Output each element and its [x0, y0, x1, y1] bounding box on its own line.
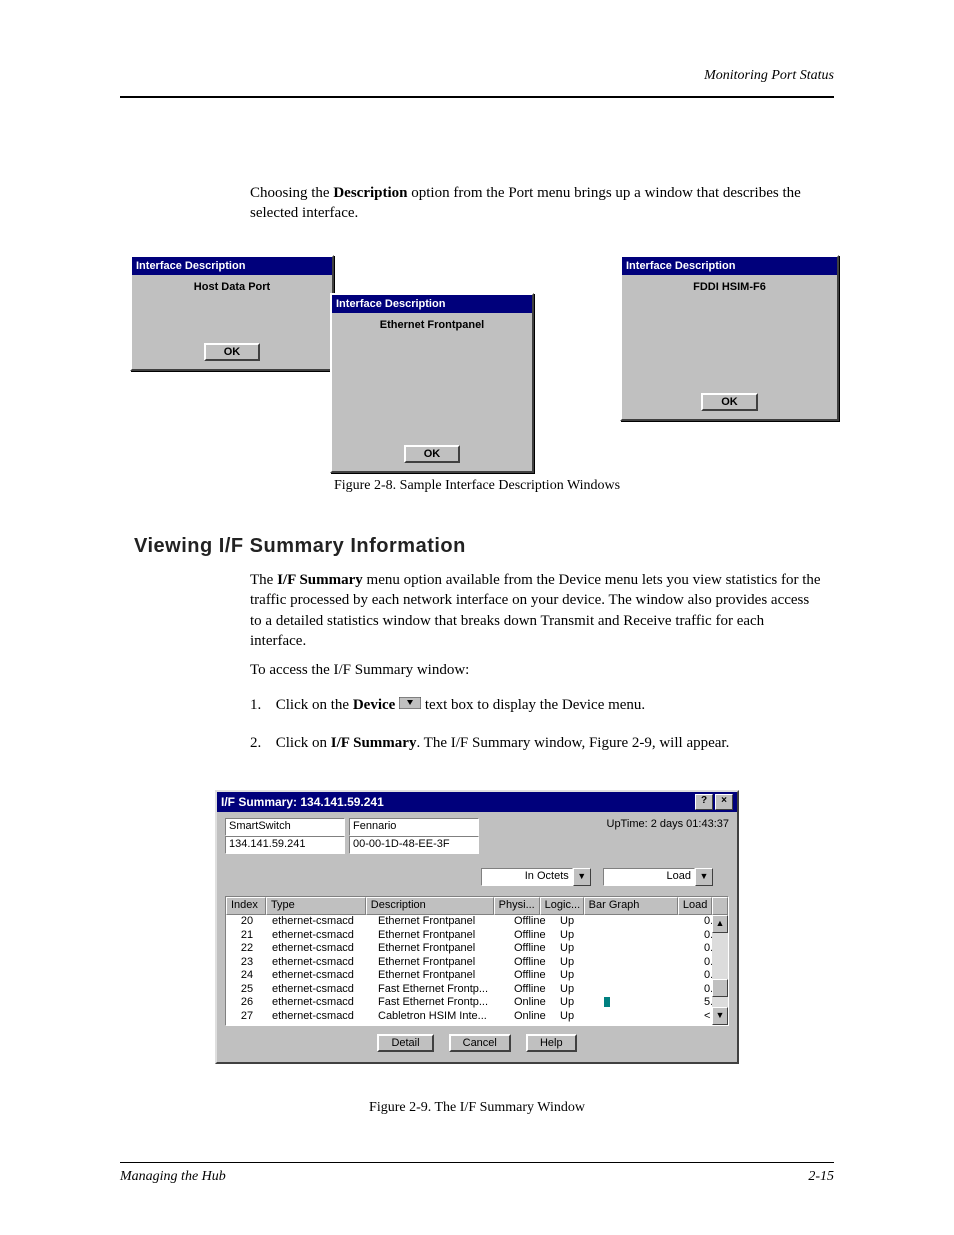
interface-table: Index Type Description Physi... Logic...…: [225, 896, 729, 1026]
titlebar[interactable]: I/F Summary: 134.141.59.241 ? ×: [217, 792, 737, 812]
col-load[interactable]: Load: [678, 897, 712, 915]
display-type-select[interactable]: Load▼: [603, 868, 713, 886]
ok-button[interactable]: OK: [204, 343, 261, 361]
col-index[interactable]: Index: [226, 897, 266, 915]
header-rule: [120, 96, 834, 98]
col-description[interactable]: Description: [366, 897, 494, 915]
cancel-button[interactable]: Cancel: [449, 1034, 511, 1052]
stat-type-select[interactable]: In Octets▼: [481, 868, 591, 886]
col-physical[interactable]: Physi...: [494, 897, 540, 915]
chevron-down-icon[interactable]: ▼: [695, 868, 713, 886]
table-row[interactable]: 21ethernet-csmacdEthernet FrontpanelOffl…: [226, 929, 728, 943]
table-row[interactable]: 25ethernet-csmacdFast Ethernet Frontp...…: [226, 983, 728, 997]
uptime-label: UpTime: 2 days 01:43:37: [607, 818, 730, 830]
table-row[interactable]: 23ethernet-csmacdEthernet FrontpanelOffl…: [226, 956, 728, 970]
table-row[interactable]: 20ethernet-csmacdEthernet FrontpanelOffl…: [226, 915, 728, 929]
menu-button-icon: [399, 695, 421, 715]
footer-rule: [120, 1162, 834, 1163]
device-ip-field: 134.141.59.241: [225, 836, 345, 854]
scroll-thumb[interactable]: [712, 979, 728, 997]
table-row[interactable]: 27ethernet-csmacdCabletron HSIM Inte...O…: [226, 1010, 728, 1024]
table-row[interactable]: 24ethernet-csmacdEthernet FrontpanelOffl…: [226, 969, 728, 983]
scroll-down-icon[interactable]: ▼: [712, 1007, 728, 1025]
titlebar[interactable]: Interface Description: [332, 295, 532, 313]
titlebar[interactable]: Interface Description: [132, 257, 332, 275]
intro-paragraph: Choosing the Description option from the…: [250, 183, 824, 224]
footer-left: Managing the Hub: [120, 1169, 226, 1185]
device-user-field: Fennario: [349, 818, 479, 836]
if-summary-window: I/F Summary: 134.141.59.241 ? × SmartSwi…: [215, 790, 739, 1064]
col-type[interactable]: Type: [266, 897, 366, 915]
step-1: 1. Click on the Device text box to displ…: [250, 695, 824, 716]
help-icon[interactable]: ?: [695, 794, 713, 810]
page-header-right: Monitoring Port Status: [704, 68, 834, 84]
ok-button[interactable]: OK: [404, 445, 461, 463]
ok-button[interactable]: OK: [701, 393, 758, 411]
window-title: I/F Summary: 134.141.59.241: [221, 794, 384, 810]
detail-button[interactable]: Detail: [377, 1034, 433, 1052]
section-heading: Viewing I/F Summary Information: [134, 535, 466, 558]
interface-description-window-fddi: Interface Description FDDI HSIM-F6 OK: [620, 255, 839, 421]
col-logical[interactable]: Logic...: [540, 897, 584, 915]
footer-right: 2-15: [808, 1169, 834, 1185]
device-mac-field: 00-00-1D-48-EE-3F: [349, 836, 479, 854]
figure-caption-1: Figure 2-8. Sample Interface Description…: [0, 478, 954, 494]
close-icon[interactable]: ×: [715, 794, 733, 810]
col-bargraph[interactable]: Bar Graph: [584, 897, 678, 915]
scroll-up-icon[interactable]: ▲: [712, 915, 728, 933]
step-2: 2. Click on I/F Summary. The I/F Summary…: [250, 733, 824, 753]
figure-caption-2: Figure 2-9. The I/F Summary Window: [0, 1100, 954, 1116]
interface-description-window-ethernet: Interface Description Ethernet Frontpane…: [330, 293, 534, 473]
table-row[interactable]: 22ethernet-csmacdEthernet FrontpanelOffl…: [226, 942, 728, 956]
chevron-down-icon[interactable]: ▼: [573, 868, 591, 886]
help-button[interactable]: Help: [526, 1034, 577, 1052]
summary-paragraph: The I/F Summary menu option available fr…: [250, 570, 824, 651]
description-label: Host Data Port: [132, 281, 332, 293]
device-name-field: SmartSwitch: [225, 818, 345, 836]
description-label: FDDI HSIM-F6: [622, 281, 837, 293]
interface-description-window-host: Interface Description Host Data Port OK: [130, 255, 334, 371]
vertical-scrollbar[interactable]: ▲ ▼: [712, 915, 728, 1025]
access-paragraph: To access the I/F Summary window:: [250, 660, 824, 680]
titlebar[interactable]: Interface Description: [622, 257, 837, 275]
description-label: Ethernet Frontpanel: [332, 319, 532, 331]
col-scroll-gap: [712, 897, 728, 915]
table-row[interactable]: 26ethernet-csmacdFast Ethernet Frontp...…: [226, 996, 728, 1010]
